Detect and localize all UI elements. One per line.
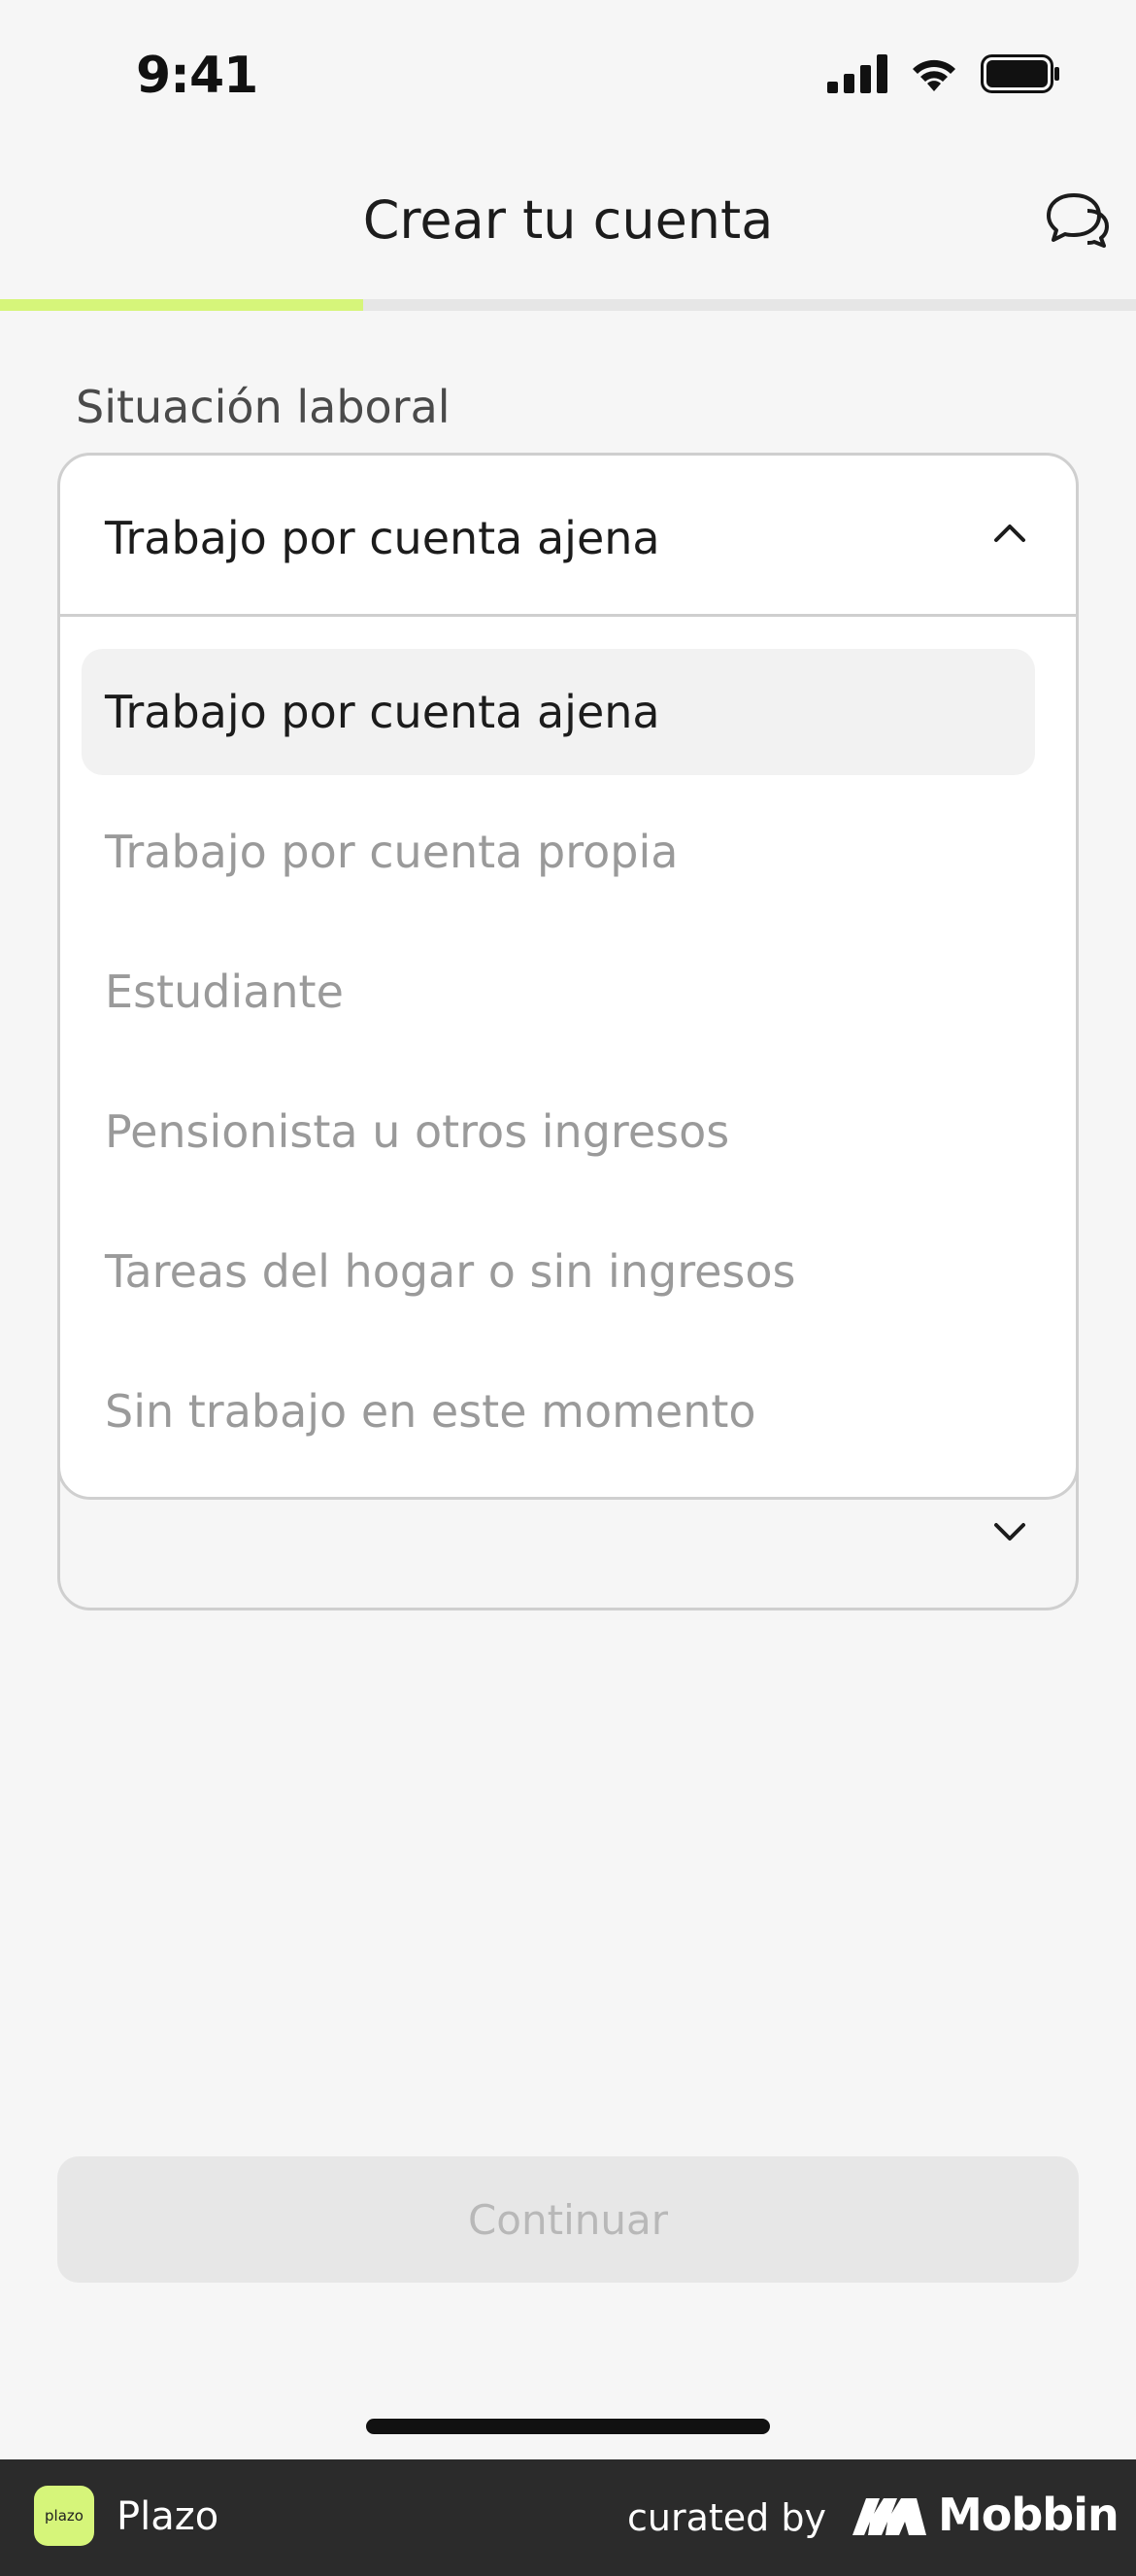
employment-status-label: Situación laboral <box>76 381 451 433</box>
chevron-up-icon[interactable] <box>992 522 1027 545</box>
wifi-icon <box>913 59 955 91</box>
dropdown-option-trabajo-cuenta-ajena[interactable]: Trabajo por cuenta ajena <box>82 649 1035 775</box>
curated-by-text: curated by <box>627 2496 826 2539</box>
home-indicator <box>366 2419 770 2434</box>
page-title: Crear tu cuenta <box>362 189 774 251</box>
progress-bar <box>0 299 1136 311</box>
dropdown-option-pensionista[interactable]: Pensionista u otros ingresos <box>82 1068 1035 1195</box>
progress-bar-fill <box>0 299 364 311</box>
nav-bar: Crear tu cuenta <box>0 146 1136 301</box>
status-bar: 9:41 <box>0 0 1136 146</box>
mobbin-brand-name: Mobbin <box>938 2489 1119 2541</box>
chat-bubbles-icon[interactable] <box>1045 189 1111 250</box>
app-name: Plazo <box>117 2494 219 2539</box>
chevron-down-icon <box>994 1523 1025 1541</box>
employment-status-dropdown[interactable]: Trabajo por cuenta ajena Trabajo por cue… <box>57 453 1079 1500</box>
mobbin-logo-icon <box>852 2498 926 2535</box>
dropdown-option-estudiante[interactable]: Estudiante <box>82 929 1035 1055</box>
battery-icon <box>981 54 1059 93</box>
continue-button[interactable]: Continuar <box>57 2156 1079 2283</box>
app-logo: plazo <box>34 2486 94 2546</box>
status-icons <box>827 54 1060 93</box>
dropdown-option-sin-trabajo[interactable]: Sin trabajo en este momento <box>82 1348 1035 1474</box>
dropdown-header[interactable]: Trabajo por cuenta ajena <box>60 456 1076 617</box>
dropdown-selected-value: Trabajo por cuenta ajena <box>105 512 660 564</box>
footer-bar: plazo Plazo curated by Mobbin <box>0 2459 1136 2576</box>
dropdown-option-tareas-hogar[interactable]: Tareas del hogar o sin ingresos <box>82 1208 1035 1335</box>
dropdown-option-trabajo-cuenta-propia[interactable]: Trabajo por cuenta propia <box>82 789 1035 915</box>
signal-icon <box>827 54 887 93</box>
status-time: 9:41 <box>136 47 258 105</box>
